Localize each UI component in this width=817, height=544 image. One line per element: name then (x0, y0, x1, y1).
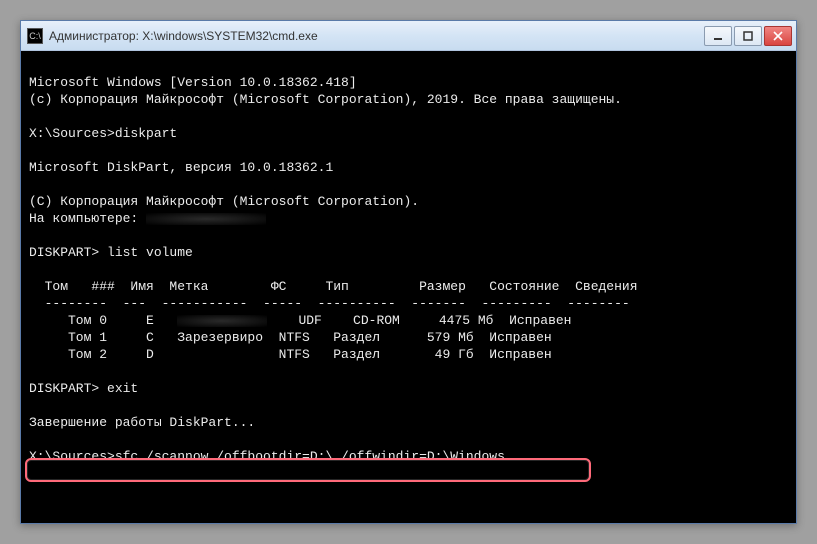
minimize-button[interactable] (704, 26, 732, 46)
console-prompt-line: X:\Sources>diskpart (29, 126, 177, 141)
maximize-icon (743, 31, 753, 41)
redacted-smudge (146, 213, 266, 225)
titlebar[interactable]: C:\ Администратор: X:\windows\SYSTEM32\c… (21, 21, 796, 51)
cmd-icon: C:\ (27, 28, 43, 44)
window-title: Администратор: X:\windows\SYSTEM32\cmd.e… (49, 29, 704, 43)
table-header: Том ### Имя Метка ФС Тип Размер Состояни… (29, 279, 638, 294)
cmd-window: C:\ Администратор: X:\windows\SYSTEM32\c… (20, 20, 797, 524)
window-controls (704, 26, 792, 46)
maximize-button[interactable] (734, 26, 762, 46)
console-prompt-line: DISKPART> list volume (29, 245, 193, 260)
console-line: Завершение работы DiskPart... (29, 415, 255, 430)
console-prompt-line: DISKPART> exit (29, 381, 138, 396)
text-cursor (506, 458, 514, 460)
redacted-smudge (177, 315, 267, 327)
table-row: Том 2 D NTFS Раздел 49 Гб Исправен (29, 347, 552, 362)
minimize-icon (713, 31, 723, 41)
table-row: Том 1 C Зарезервиро NTFS Раздел 579 Мб И… (29, 330, 552, 345)
table-divider: -------- --- ----------- ----- ---------… (29, 296, 630, 311)
console-prompt-line: X:\Sources>sfc /scannow /offbootdir=D:\ … (29, 449, 514, 464)
close-button[interactable] (764, 26, 792, 46)
console-line: (C) Корпорация Майкрософт (Microsoft Cor… (29, 194, 419, 209)
console-area[interactable]: Microsoft Windows [Version 10.0.18362.41… (21, 51, 796, 523)
console-line: Microsoft Windows [Version 10.0.18362.41… (29, 75, 357, 90)
console-line: (c) Корпорация Майкрософт (Microsoft Cor… (29, 92, 622, 107)
close-icon (773, 31, 783, 41)
console-line: На компьютере: (29, 211, 266, 226)
table-row: Том 0 E UDF CD-ROM 4475 Мб Исправен (29, 313, 571, 328)
console-line: Microsoft DiskPart, версия 10.0.18362.1 (29, 160, 333, 175)
